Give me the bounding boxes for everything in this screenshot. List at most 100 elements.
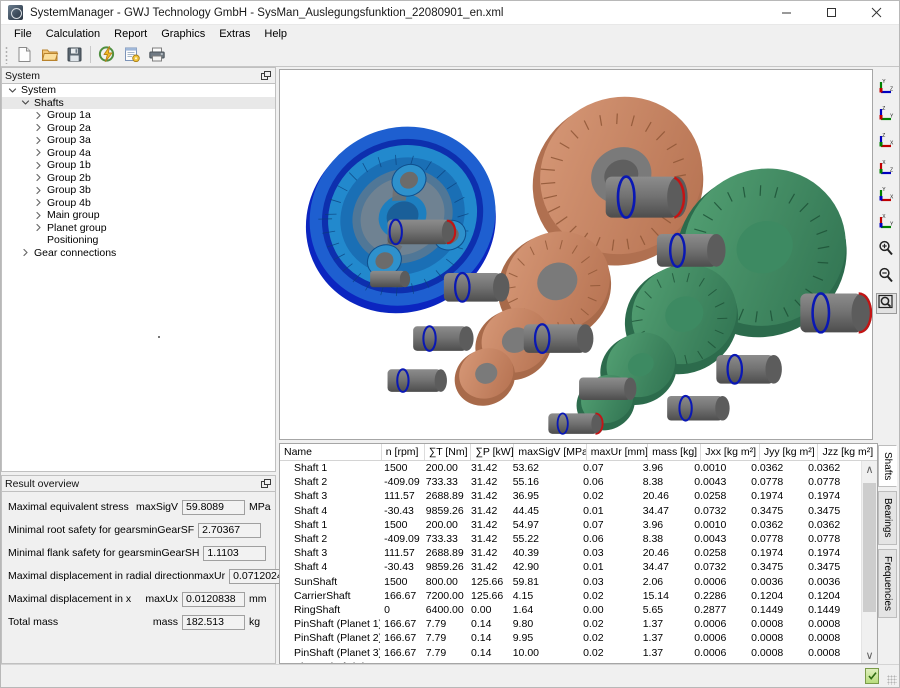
table-row[interactable]: PinShaft (Planet 2)166.677.790.149.950.0… [280, 631, 861, 645]
column-header[interactable]: Jzz [kg m²] [818, 444, 877, 460]
chevron-right-icon[interactable] [32, 147, 45, 159]
column-header[interactable]: ∑T [Nm] [425, 444, 472, 460]
open-folder-button[interactable] [37, 43, 62, 66]
tree-item-group-2a[interactable]: Group 2a [2, 122, 275, 135]
chevron-right-icon[interactable] [32, 209, 45, 221]
report-button[interactable] [119, 43, 144, 66]
view-yz-button[interactable]: YZ [876, 77, 897, 98]
tree-item-shafts[interactable]: Shafts [2, 97, 275, 110]
menu-calculation[interactable]: Calculation [39, 27, 107, 41]
side-tab-frequencies[interactable]: Frequencies [878, 549, 897, 618]
table-row[interactable]: Shaft 2-409.09733.3331.4255.160.068.380.… [280, 475, 861, 489]
toolbar-grip[interactable] [3, 45, 10, 64]
chevron-right-icon[interactable] [32, 109, 45, 121]
menu-help[interactable]: Help [257, 27, 294, 41]
tree-item-system[interactable]: System [2, 84, 275, 97]
result-value-field[interactable]: 2.70367 [198, 523, 261, 538]
menu-graphics[interactable]: Graphics [154, 27, 212, 41]
menu-file[interactable]: File [7, 27, 39, 41]
table-body[interactable]: Shaft 11500200.0031.4253.620.073.960.001… [280, 461, 861, 663]
tree-item-group-3a[interactable]: Group 3a [2, 134, 275, 147]
column-header[interactable]: ∑P [kW] [471, 444, 514, 460]
zoom-fit-button[interactable] [876, 293, 897, 314]
table-cell: 0.0258 [690, 490, 747, 502]
3d-viewport[interactable] [279, 69, 873, 440]
scroll-down-button[interactable]: ∨ [862, 647, 877, 663]
table-row[interactable]: Shaft 3111.572688.8931.4240.390.0320.460… [280, 546, 861, 560]
table-row[interactable]: Shaft 11500200.0031.4253.620.073.960.001… [280, 461, 861, 475]
tree-item-group-2b[interactable]: Group 2b [2, 172, 275, 185]
chevron-right-icon[interactable] [32, 222, 45, 234]
print-button[interactable] [144, 43, 169, 66]
chevron-right-icon[interactable] [32, 159, 45, 171]
result-value-field[interactable]: 0.0120838 [182, 592, 245, 607]
close-button[interactable] [854, 1, 899, 25]
view-yx-button[interactable]: YX [876, 185, 897, 206]
table-row[interactable]: PinShaft (Planet 3)166.677.790.1410.000.… [280, 645, 861, 659]
view-zx-button[interactable]: ZX [876, 131, 897, 152]
chevron-right-icon[interactable] [32, 184, 45, 196]
scroll-track[interactable] [862, 477, 877, 647]
chevron-right-icon[interactable] [32, 197, 45, 209]
chevron-right-icon[interactable] [32, 172, 45, 184]
resize-grip-icon[interactable] [887, 675, 897, 685]
table-row[interactable]: Shaft 3111.572688.8931.4236.950.0220.460… [280, 489, 861, 503]
table-row[interactable]: Shaft 11500200.0031.4254.970.073.960.001… [280, 518, 861, 532]
result-value-field[interactable]: 59.8089 [182, 500, 245, 515]
table-row[interactable]: CarrierShaft166.677200.00125.664.150.021… [280, 589, 861, 603]
menu-report[interactable]: Report [107, 27, 154, 41]
column-header[interactable]: maxUr [mm] [587, 444, 648, 460]
view-zy-button[interactable]: ZY [876, 104, 897, 125]
save-button[interactable] [62, 43, 87, 66]
chevron-right-icon[interactable] [32, 122, 45, 134]
chevron-right-icon[interactable] [19, 247, 32, 259]
zoom-in-button[interactable] [876, 239, 897, 260]
system-panel-pin-button[interactable] [260, 70, 272, 82]
table-row[interactable]: Shaft 2-409.09733.3331.4255.220.068.380.… [280, 532, 861, 546]
table-row[interactable]: PlanetShaft (Planet 1)-214.29933.3620.94… [280, 660, 861, 663]
column-header[interactable]: mass [kg] [648, 444, 701, 460]
calculate-button[interactable] [94, 43, 119, 66]
tree-item-group-1a[interactable]: Group 1a [2, 109, 275, 122]
table-row[interactable]: RingShaft06400.000.001.640.005.650.28770… [280, 603, 861, 617]
tree-item-positioning[interactable]: Positioning [2, 234, 275, 247]
maximize-button[interactable] [809, 1, 854, 25]
menu-extras[interactable]: Extras [212, 27, 257, 41]
view-xz-button[interactable]: XZ [876, 158, 897, 179]
scroll-thumb[interactable] [863, 483, 876, 612]
minimize-button[interactable] [764, 1, 809, 25]
tree-item-group-4b[interactable]: Group 4b [2, 197, 275, 210]
result-overview-title: Result overview [5, 478, 79, 490]
chevron-down-icon[interactable] [19, 97, 32, 109]
result-value-field[interactable]: 1.1103 [203, 546, 266, 561]
tree-item-gear-connections[interactable]: Gear connections [2, 247, 275, 260]
chevron-down-icon[interactable] [6, 84, 19, 96]
result-overview-pin-button[interactable] [260, 478, 272, 490]
table-cell: 0.06 [579, 533, 639, 545]
table-row[interactable]: Shaft 4-30.439859.2631.4242.900.0134.470… [280, 560, 861, 574]
table-row[interactable]: Shaft 4-30.439859.2631.4244.450.0134.470… [280, 504, 861, 518]
column-header[interactable]: maxSigV [MPa] [514, 444, 586, 460]
zoom-out-button[interactable] [876, 266, 897, 287]
calculation-ok-icon[interactable] [865, 668, 879, 684]
tree-item-group-4a[interactable]: Group 4a [2, 147, 275, 160]
column-header[interactable]: Jxx [kg m²] [701, 444, 760, 460]
table-vertical-scrollbar[interactable]: ∧ ∨ [861, 461, 877, 663]
result-value-field[interactable]: 182.513 [182, 615, 245, 630]
column-header[interactable]: Name [280, 444, 382, 460]
scroll-up-button[interactable]: ∧ [862, 461, 877, 477]
tree-item-group-3b[interactable]: Group 3b [2, 184, 275, 197]
new-file-button[interactable] [12, 43, 37, 66]
tree-item-group-1b[interactable]: Group 1b [2, 159, 275, 172]
table-row[interactable]: PinShaft (Planet 1)166.677.790.149.800.0… [280, 617, 861, 631]
column-header[interactable]: n [rpm] [382, 444, 425, 460]
tree-item-planet-group[interactable]: Planet group [2, 222, 275, 235]
view-xy-button[interactable]: XY [876, 212, 897, 233]
system-tree[interactable]: SystemShaftsGroup 1aGroup 2aGroup 3aGrou… [1, 83, 276, 472]
side-tab-shafts[interactable]: Shafts [878, 445, 897, 487]
side-tab-bearings[interactable]: Bearings [878, 491, 897, 544]
chevron-right-icon[interactable] [32, 134, 45, 146]
tree-item-main-group[interactable]: Main group [2, 209, 275, 222]
table-row[interactable]: SunShaft1500800.00125.6659.810.032.060.0… [280, 575, 861, 589]
column-header[interactable]: Jyy [kg m²] [760, 444, 819, 460]
